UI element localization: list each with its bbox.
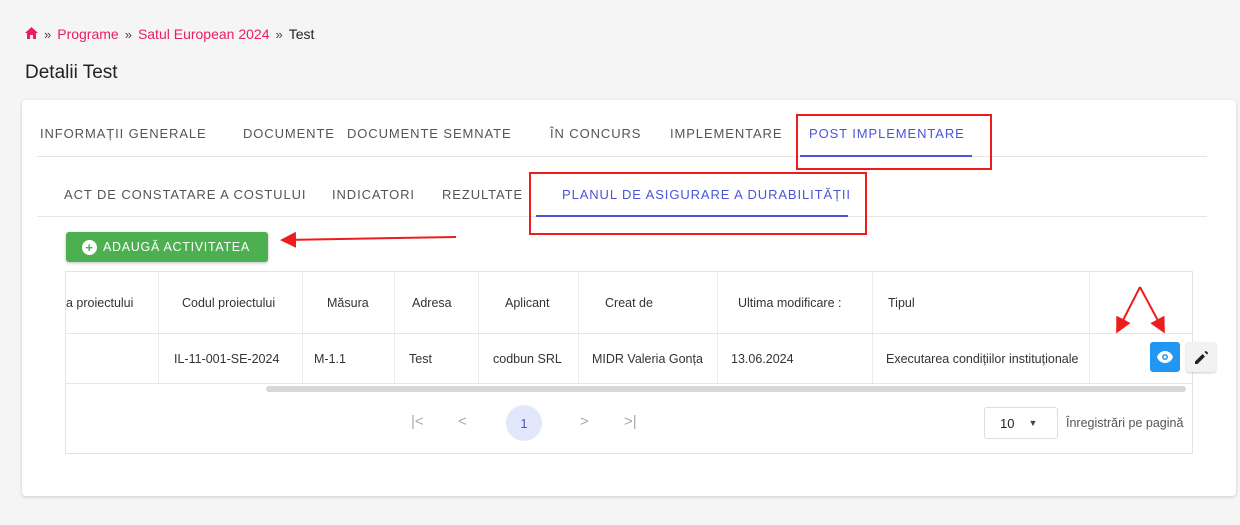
table-header: a proiectului Codul proiectului Măsura A… bbox=[66, 272, 1192, 334]
tab-rezultate[interactable]: REZULTATE bbox=[442, 187, 523, 202]
details-card: INFORMAȚII GENERALE DOCUMENTE DOCUMENTE … bbox=[22, 100, 1236, 496]
breadcrumb-separator: » bbox=[44, 26, 52, 42]
tab-act-de-constatare[interactable]: ACT DE CONSTATARE A COSTULUI bbox=[64, 187, 306, 202]
first-page-button[interactable]: |< bbox=[411, 413, 424, 430]
tab-implementare[interactable]: IMPLEMENTARE bbox=[670, 126, 782, 141]
breadcrumb-separator: » bbox=[124, 26, 132, 42]
breadcrumb: » Programe » Satul European 2024 » Test bbox=[25, 26, 314, 42]
view-button[interactable] bbox=[1150, 342, 1180, 372]
cell-codul: IL-11-001-SE-2024 bbox=[159, 334, 303, 383]
annotation-box-post-implementare bbox=[796, 114, 992, 170]
current-page-button[interactable]: 1 bbox=[506, 405, 542, 441]
breadcrumb-separator: » bbox=[275, 26, 283, 42]
tab-indicatori[interactable]: INDICATORI bbox=[332, 187, 415, 202]
header-adresa[interactable]: Adresa bbox=[395, 272, 479, 333]
cell-denumirea bbox=[66, 334, 159, 383]
cell-masura: M-1.1 bbox=[303, 334, 395, 383]
annotation-box-planul-de-asigurare bbox=[529, 172, 867, 235]
header-tipul[interactable]: Tipul bbox=[873, 272, 1090, 333]
cell-ultima-modificare: 13.06.2024 bbox=[718, 334, 873, 383]
cell-tipul: Executarea condițiilor instituționale bbox=[873, 334, 1090, 383]
page-title: Detalii Test bbox=[25, 62, 118, 83]
breadcrumb-link-programe[interactable]: Programe bbox=[57, 26, 118, 42]
breadcrumb-link-satul-european[interactable]: Satul European 2024 bbox=[138, 26, 270, 42]
tab-documente[interactable]: DOCUMENTE bbox=[243, 126, 335, 141]
chevron-down-icon: ▼ bbox=[1028, 418, 1038, 428]
edit-button[interactable] bbox=[1186, 342, 1216, 372]
breadcrumb-current: Test bbox=[288, 26, 315, 42]
header-actions bbox=[1090, 272, 1194, 333]
header-ultima-modificare[interactable]: Ultima modificare : bbox=[718, 272, 873, 333]
tab-in-concurs[interactable]: ÎN CONCURS bbox=[550, 126, 641, 141]
home-icon[interactable] bbox=[25, 26, 38, 42]
plus-circle-icon: + bbox=[82, 239, 97, 255]
per-page-label: Înregistrări pe pagină bbox=[1066, 416, 1184, 430]
main-tabs: INFORMAȚII GENERALE DOCUMENTE DOCUMENTE … bbox=[37, 100, 1207, 157]
tab-informatii-generale[interactable]: INFORMAȚII GENERALE bbox=[40, 126, 207, 141]
cell-creat-de: MIDR Valeria Gonța bbox=[579, 334, 718, 383]
cell-adresa: Test bbox=[395, 334, 479, 383]
cell-aplicant: codbun SRL bbox=[479, 334, 579, 383]
add-activity-button[interactable]: + ADAUGĂ ACTIVITATEA bbox=[66, 232, 268, 262]
header-aplicant[interactable]: Aplicant bbox=[479, 272, 579, 333]
header-denumirea-proiectului[interactable]: a proiectului bbox=[66, 272, 159, 333]
next-page-button[interactable]: > bbox=[580, 413, 589, 430]
horizontal-scrollbar[interactable] bbox=[266, 386, 1186, 392]
tab-documente-semnate[interactable]: DOCUMENTE SEMNATE bbox=[347, 126, 512, 141]
last-page-button[interactable]: >| bbox=[624, 413, 637, 430]
header-codul-proiectului[interactable]: Codul proiectului bbox=[159, 272, 303, 333]
header-masura[interactable]: Măsura bbox=[303, 272, 395, 333]
table-row: IL-11-001-SE-2024 M-1.1 Test codbun SRL … bbox=[66, 334, 1192, 384]
activities-table: a proiectului Codul proiectului Măsura A… bbox=[65, 271, 1216, 454]
pencil-icon bbox=[1194, 350, 1208, 364]
header-creat-de[interactable]: Creat de bbox=[579, 272, 718, 333]
pagination: |< < 1 > >| 10 ▼ Înregistrări pe pagină bbox=[66, 393, 1192, 453]
per-page-select[interactable]: 10 ▼ bbox=[984, 407, 1058, 439]
eye-icon bbox=[1157, 351, 1173, 363]
per-page-value: 10 bbox=[1000, 415, 1015, 431]
prev-page-button[interactable]: < bbox=[458, 413, 467, 430]
add-activity-label: ADAUGĂ ACTIVITATEA bbox=[103, 240, 250, 254]
